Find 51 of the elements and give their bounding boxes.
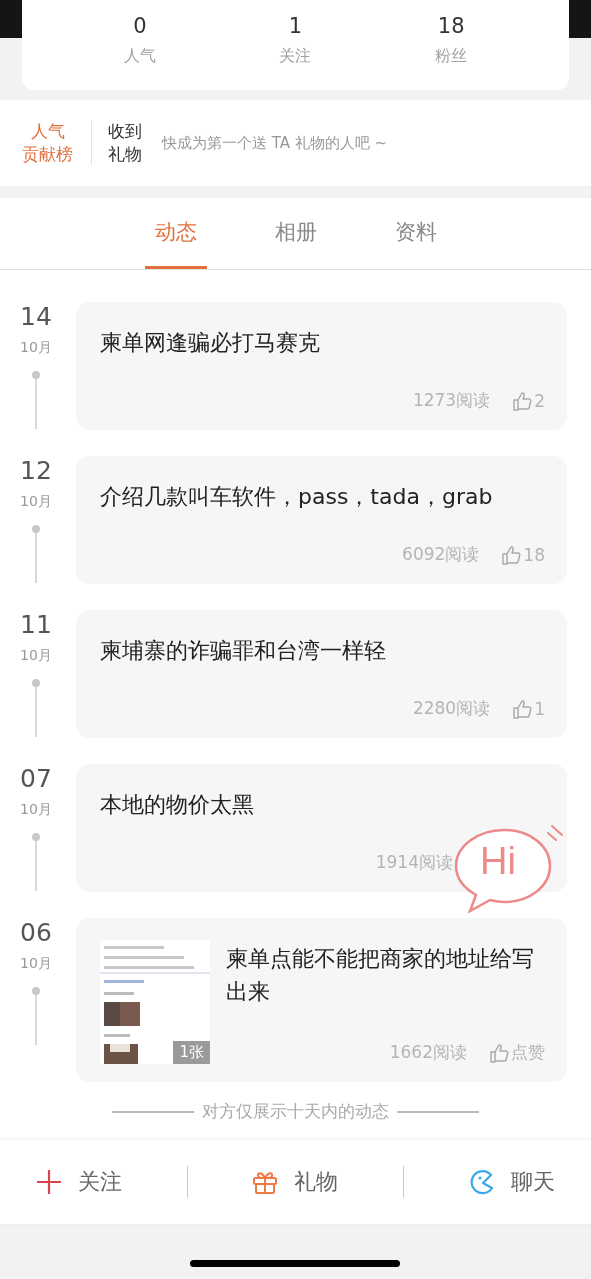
like-count: 2 [534,390,545,411]
read-count: 1914阅读 [375,851,453,874]
read-count: 2280阅读 [412,697,491,720]
thumbs-up-icon[interactable] [512,390,533,411]
tab[interactable]: 资料 [384,198,447,269]
gifts-received-label: 收到 礼物 [108,120,142,166]
action-button[interactable]: 聊天 [460,1161,563,1203]
post-month: 10月 [20,955,52,973]
post-month: 10月 [20,801,52,819]
action-button[interactable]: 关注 [28,1161,131,1203]
contribution-rank-link[interactable]: 人气 贡献榜 [22,120,73,166]
post-title: 柬单点能不能把商家的地址给写出来 [226,945,535,1006]
stat-value: 1 [288,14,303,38]
post-day: 14 [20,302,52,331]
post-title: 介绍几款叫车软件，pass，tada，grab [100,483,494,511]
gift-icon [252,1169,279,1195]
post-day: 12 [20,456,52,485]
like-count: 点赞 [511,1041,545,1064]
post-month: 10月 [20,339,52,357]
action-button[interactable]: 礼物 [244,1161,347,1203]
plus-icon [36,1169,63,1195]
post-card[interactable]: 介绍几款叫车软件，pass，tada，grab 6092阅读 18 [76,456,567,584]
image-count-badge: 1张 [173,1041,210,1064]
post-day: 11 [20,610,52,639]
stat-label: 关注 [279,46,312,67]
read-count: 1273阅读 [412,389,491,412]
stat-label: 粉丝 [435,46,468,67]
read-count: 6092阅读 [402,543,480,566]
read-count: 1662阅读 [389,1041,467,1064]
post-title: 本地的物价太黑 [100,791,255,819]
stat-label: 人气 [123,46,156,67]
footer-note: 对方仅展示十天内的动态 [202,1100,389,1123]
tab[interactable]: 相册 [264,198,327,269]
stat-value: 18 [437,14,465,38]
post-month: 10月 [20,647,52,665]
post-month: 10月 [20,493,52,511]
stat-value: 0 [133,14,147,38]
like-count: 18 [523,544,545,565]
thumbs-up-icon[interactable] [489,1042,509,1063]
thumbs-up-icon[interactable] [512,698,533,719]
post-card[interactable]: 柬埔寨的诈骗罪和台湾一样轻 2280阅读 1 [76,610,567,738]
post-card[interactable]: 柬单网逢骗必打马赛克 1273阅读 2 [76,302,567,430]
thumbs-up-icon[interactable] [501,544,522,565]
post-card[interactable]: 1张 柬单点能不能把商家的地址给写出来 1662阅读 点赞 [76,918,567,1082]
post-title: 柬埔寨的诈骗罪和台湾一样轻 [100,637,387,665]
gift-prompt: 快成为第一个送 TA 礼物的人吧 ~ [162,133,388,153]
post-title: 柬单网逢骗必打马赛克 [100,329,321,357]
like-count: 1 [534,698,545,719]
post-day: 07 [20,764,52,793]
post-day: 06 [20,918,52,947]
chat-face-icon [468,1169,495,1195]
